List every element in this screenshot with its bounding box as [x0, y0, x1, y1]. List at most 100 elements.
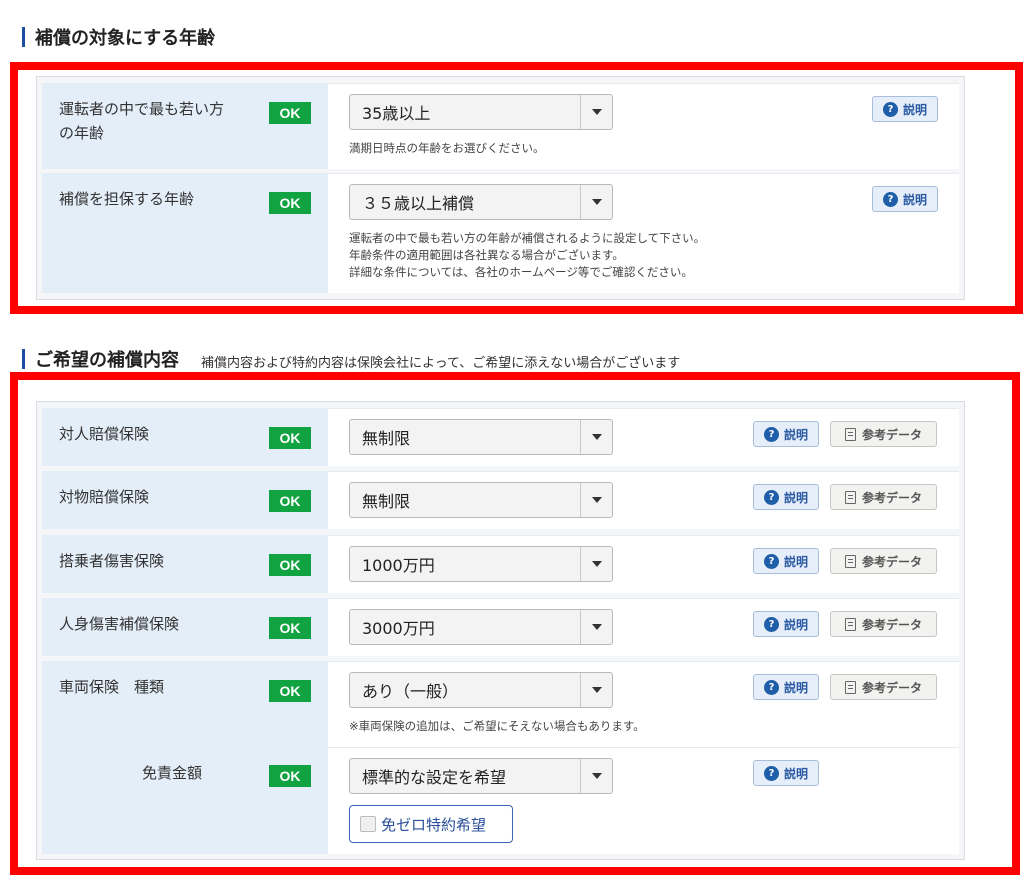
vehicle-insurance-type-select[interactable]: あり（一般）: [349, 672, 613, 708]
row-label: 運転者の中で最も若い方 の年齢: [59, 97, 224, 145]
row-content-cell: 35歳以上 満期日時点の年齢をお選びください。 ? 説明: [328, 83, 959, 169]
hint-line: 詳細な条件については、各社のホームページ等でご確認ください。: [349, 265, 693, 279]
explain-button[interactable]: ? 説明: [872, 96, 938, 122]
hint-line: 運転者の中で最も若い方の年齢が補償されるように設定して下さい。: [349, 231, 706, 245]
row-label: 対人賠償保険: [59, 425, 150, 443]
ok-status-badge: OK: [269, 765, 311, 787]
row-hint: ※車両保険の追加は、ご希望にそえない場合もあります。: [349, 719, 645, 733]
reference-data-button[interactable]: 参考データ: [830, 421, 937, 447]
row-hint: 運転者の中で最も若い方の年齢が補償されるように設定して下さい。 年齢条件の適用範…: [349, 230, 705, 281]
explain-button-label: 説明: [902, 192, 927, 207]
section-title-note: 補償内容および特約内容は保険会社によって、ご希望に添えない場合がございます: [201, 355, 681, 371]
question-circle-icon: ?: [882, 101, 898, 117]
row-content-cell: 無制限 ? 説明 参考データ: [328, 408, 959, 466]
explain-button[interactable]: ? 説明: [753, 760, 819, 786]
explain-button-label: 説明: [783, 680, 808, 695]
row-label-cell: 対人賠償保険 OK: [42, 408, 328, 466]
section-title-bar: [22, 27, 25, 47]
deductible-select[interactable]: 標準的な設定を希望: [349, 758, 613, 794]
checkbox-label: 免ゼロ特約希望: [381, 815, 487, 834]
coverage-row-passenger-injury: 搭乗者傷害保険 OK 1000万円 ? 説明 参考データ: [42, 535, 959, 593]
reference-data-button[interactable]: 参考データ: [830, 548, 937, 574]
property-damage-select[interactable]: 無制限: [349, 482, 613, 518]
caret-down-icon: [580, 420, 612, 454]
age-row-youngest-driver: 運転者の中で最も若い方 の年齢 OK 35歳以上 満期日時点の年齢をお選びくださ…: [42, 83, 959, 169]
row-label-cell: 対物賠償保険 OK: [42, 471, 328, 529]
row-label-line2: の年齢: [59, 124, 105, 142]
caret-down-icon: [580, 185, 612, 219]
caret-down-icon: [580, 673, 612, 707]
question-circle-icon: ?: [763, 679, 779, 695]
reference-button-label: 参考データ: [861, 490, 922, 505]
explain-button[interactable]: ? 説明: [753, 484, 819, 510]
bodily-injury-select[interactable]: 無制限: [349, 419, 613, 455]
select-value: 1000万円: [362, 556, 435, 575]
row-label-cell: 搭乗者傷害保険 OK: [42, 535, 328, 593]
question-circle-icon: ?: [763, 489, 779, 505]
row-label: 車両保険 種類: [59, 678, 165, 696]
document-icon: [844, 680, 856, 694]
question-circle-icon: ?: [882, 191, 898, 207]
ok-status-badge: OK: [269, 192, 311, 214]
document-icon: [844, 427, 856, 441]
explain-button-label: 説明: [783, 490, 808, 505]
youngest-driver-age-select[interactable]: 35歳以上: [349, 94, 613, 130]
passenger-injury-select[interactable]: 1000万円: [349, 546, 613, 582]
coverage-age-select[interactable]: ３５歳以上補償: [349, 184, 613, 220]
row-content-cell: 3000万円 ? 説明 参考データ: [328, 598, 959, 656]
section-title-coverage: ご希望の補償内容 補償内容および特約内容は保険会社によって、ご希望に添えない場合…: [22, 346, 680, 372]
coverage-panel: 対人賠償保険 OK 無制限 ? 説明 参考データ 対物賠償保険 OK 無制限 ?…: [36, 401, 965, 860]
row-label: 対物賠償保険: [59, 488, 150, 506]
explain-button[interactable]: ? 説明: [753, 611, 819, 637]
explain-button-label: 説明: [783, 766, 808, 781]
row-label-line1: 運転者の中で最も若い方: [59, 100, 225, 118]
caret-down-icon: [580, 610, 612, 644]
reference-data-button[interactable]: 参考データ: [830, 611, 937, 637]
select-value: 35歳以上: [362, 104, 431, 123]
explain-button[interactable]: ? 説明: [753, 421, 819, 447]
question-circle-icon: ?: [763, 553, 779, 569]
section-title-bar: [22, 349, 25, 369]
personal-injury-select[interactable]: 3000万円: [349, 609, 613, 645]
row-label-cell: 車両保険 種類 OK 免責金額 OK: [42, 661, 328, 854]
document-icon: [844, 554, 856, 568]
question-circle-icon: ?: [763, 426, 779, 442]
ok-status-badge: OK: [269, 554, 311, 576]
deductible-label: 免責金額: [142, 764, 203, 782]
deductible-divider: [328, 747, 959, 748]
ok-status-badge: OK: [269, 490, 311, 512]
checkbox-box[interactable]: [360, 816, 376, 832]
explain-button[interactable]: ? 説明: [872, 186, 938, 212]
row-label-cell: 運転者の中で最も若い方 の年齢 OK: [42, 83, 328, 169]
age-row-coverage-age: 補償を担保する年齢 OK ３５歳以上補償 運転者の中で最も若い方の年齢が補償され…: [42, 173, 959, 293]
reference-data-button[interactable]: 参考データ: [830, 484, 937, 510]
coverage-row-personal-injury: 人身傷害補償保険 OK 3000万円 ? 説明 参考データ: [42, 598, 959, 656]
select-value: 無制限: [362, 492, 411, 511]
reference-button-label: 参考データ: [861, 427, 922, 442]
coverage-row-bodily-injury: 対人賠償保険 OK 無制限 ? 説明 参考データ: [42, 408, 959, 466]
document-icon: [844, 617, 856, 631]
reference-button-label: 参考データ: [861, 680, 922, 695]
select-value: ３５歳以上補償: [362, 194, 475, 213]
document-icon: [844, 490, 856, 504]
ok-status-badge: OK: [269, 427, 311, 449]
row-hint: 満期日時点の年齢をお選びください。: [349, 141, 545, 155]
reference-button-label: 参考データ: [861, 554, 922, 569]
select-value: 標準的な設定を希望: [362, 768, 507, 787]
explain-button-label: 説明: [783, 427, 808, 442]
ok-status-badge: OK: [269, 617, 311, 639]
question-circle-icon: ?: [763, 765, 779, 781]
row-label: 搭乗者傷害保険: [59, 552, 165, 570]
explain-button[interactable]: ? 説明: [753, 548, 819, 574]
zero-deductible-checkbox[interactable]: 免ゼロ特約希望: [349, 805, 513, 843]
row-content-cell: ３５歳以上補償 運転者の中で最も若い方の年齢が補償されるように設定して下さい。 …: [328, 173, 959, 293]
caret-down-icon: [580, 547, 612, 581]
caret-down-icon: [580, 95, 612, 129]
select-value: 3000万円: [362, 619, 435, 638]
coverage-row-property-damage: 対物賠償保険 OK 無制限 ? 説明 参考データ: [42, 471, 959, 529]
coverage-row-vehicle-insurance: 車両保険 種類 OK 免責金額 OK あり（一般） ※車両保険の追加は、ご希望に…: [42, 661, 959, 854]
explain-button-label: 説明: [783, 617, 808, 632]
explain-button[interactable]: ? 説明: [753, 674, 819, 700]
reference-data-button[interactable]: 参考データ: [830, 674, 937, 700]
section-title-age: 補償の対象にする年齢: [22, 24, 215, 50]
